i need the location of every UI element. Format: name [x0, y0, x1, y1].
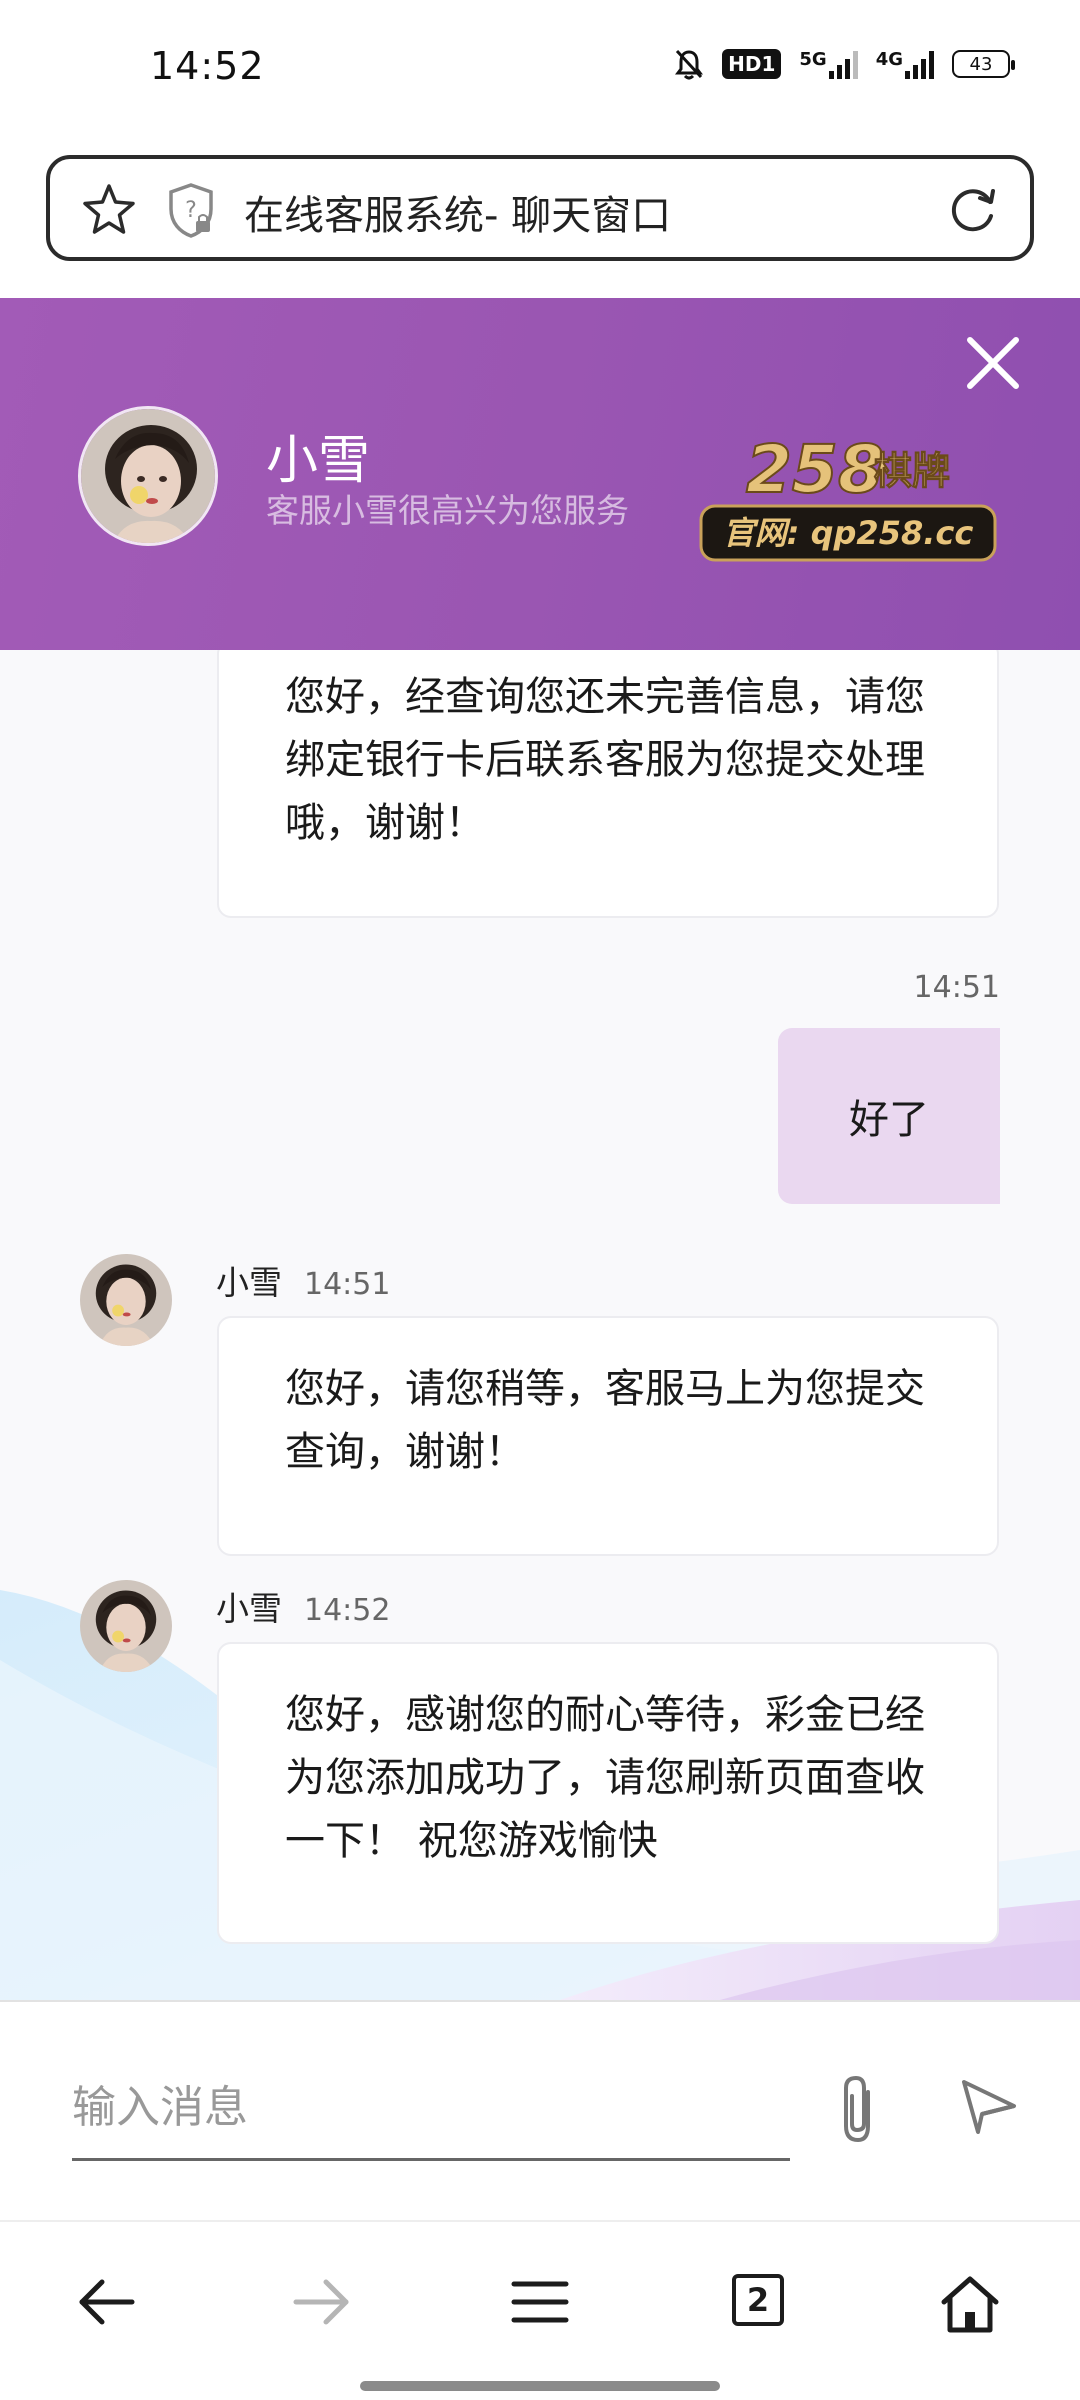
menu-button[interactable]	[510, 2274, 570, 2334]
message-time: 14:52	[304, 1593, 391, 1628]
tabs-icon[interactable]: 2	[732, 2274, 784, 2326]
network-label-4g: 4G	[875, 49, 903, 70]
sender-name: 小雪	[216, 1263, 282, 1302]
home-indicator[interactable]	[360, 2381, 720, 2391]
message-text: 好了	[849, 1097, 929, 1143]
network-label-5g: 5G	[799, 49, 827, 70]
agent-avatar	[78, 406, 218, 546]
address-bar[interactable]: ? 在线客服系统- 聊天窗口	[46, 155, 1034, 261]
home-icon	[941, 2276, 999, 2333]
paperclip-icon	[844, 2075, 870, 2143]
input-area	[0, 2000, 1080, 2220]
back-button[interactable]	[74, 2274, 138, 2334]
chat-header: 小雪 客服小雪很高兴为您服务 258 棋牌 官网: qp258.cc	[0, 298, 1080, 650]
battery-level: 43	[969, 53, 993, 75]
signal-4g-icon: 4G	[876, 49, 934, 79]
attach-button[interactable]	[830, 2072, 886, 2152]
send-icon	[962, 2080, 1016, 2134]
agent-message-1: 您好，经查询您还未完善信息，请您绑定银行卡后联系客服为您提交处理哦，谢谢！	[217, 650, 999, 918]
message-meta: 小雪 14:52	[216, 1582, 390, 1630]
close-icon	[967, 337, 1019, 389]
battery-icon: 43	[952, 50, 1015, 78]
message-meta: 小雪 14:51	[216, 1256, 390, 1304]
sender-name: 小雪	[216, 1589, 282, 1628]
menu-icon	[511, 2281, 569, 2323]
forward-button[interactable]	[290, 2274, 354, 2334]
status-time: 14:52	[150, 44, 265, 88]
page-title: 在线客服系统- 聊天窗口	[244, 193, 672, 239]
agent-message-3: 您好，感谢您的耐心等待，彩金已经为您添加成功了，请您刷新页面查收一下！ 祝您游戏…	[217, 1642, 999, 1944]
message-time: 14:51	[304, 1267, 391, 1302]
status-icons: HD1 5G 4G 43	[674, 48, 1015, 80]
agent-avatar	[80, 1254, 172, 1346]
logo-chars: 棋牌	[874, 449, 950, 493]
message-text: 您好，经查询您还未完善信息，请您绑定银行卡后联系客服为您提交处理哦，谢谢！	[285, 674, 925, 846]
user-message: 好了	[778, 1028, 1000, 1204]
agent-message-2: 您好，请您稍等，客服马上为您提交查询，谢谢！	[217, 1316, 999, 1556]
message-time: 14:51	[913, 970, 1000, 1005]
signal-5g-icon: 5G	[799, 49, 858, 79]
agent-name: 小雪	[266, 431, 371, 491]
message-text: 您好，感谢您的耐心等待，彩金已经为您添加成功了，请您刷新页面查收一下！ 祝您游戏…	[285, 1692, 925, 1864]
logo-number: 258	[746, 431, 884, 508]
send-button[interactable]	[956, 2074, 1020, 2142]
bottom-navigation: 2	[0, 2220, 1080, 2400]
message-text: 您好，请您稍等，客服马上为您提交查询，谢谢！	[285, 1366, 925, 1475]
home-button[interactable]	[938, 2274, 1002, 2338]
message-input[interactable]	[72, 2057, 790, 2161]
chat-area[interactable]: 您好，经查询您还未完善信息，请您绑定银行卡后联系客服为您提交处理哦，谢谢！ 14…	[0, 650, 1080, 2000]
refresh-icon[interactable]	[944, 181, 1002, 243]
shield-icon[interactable]: ?	[166, 181, 216, 243]
close-button[interactable]	[958, 328, 1028, 398]
svg-text:?: ?	[185, 198, 197, 223]
tab-count: 2	[746, 2281, 770, 2319]
back-arrow-icon	[79, 2279, 135, 2325]
star-icon[interactable]	[80, 181, 138, 243]
status-bar: 14:52 HD1 5G 4G 43	[0, 0, 1080, 140]
agent-status: 客服小雪很高兴为您服务	[266, 491, 629, 530]
mute-bell-icon	[674, 48, 704, 80]
forward-arrow-icon	[293, 2279, 349, 2325]
agent-avatar	[80, 1580, 172, 1672]
logo-site: 官网: qp258.cc	[723, 514, 974, 552]
brand-logo: 258 棋牌 官网: qp258.cc	[698, 426, 998, 566]
hd-icon: HD1	[722, 49, 782, 79]
